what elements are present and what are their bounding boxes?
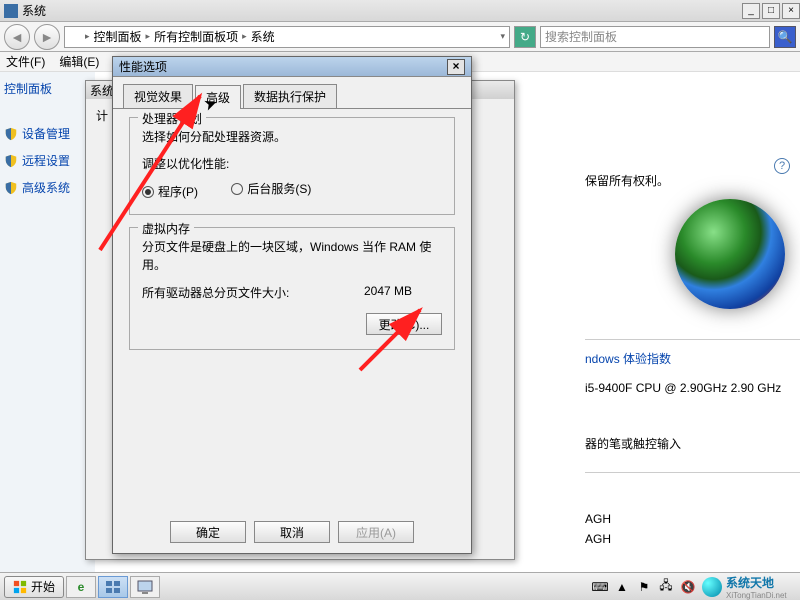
computer-fullname: AGH	[585, 532, 800, 546]
watermark-url: XiTongTianDi.net	[726, 591, 787, 600]
optimize-label: 调整以优化性能:	[142, 155, 442, 172]
virtual-memory-description: 分页文件是硬盘上的一块区域，Windows 当作 RAM 使用。	[142, 238, 442, 274]
tray-volume-icon[interactable]: 🔇	[680, 579, 696, 595]
sidebar-item-label: 设备管理	[22, 125, 70, 142]
chevron-right-icon: ▸	[242, 31, 247, 42]
processor-scheduling-title: 处理器计划	[138, 110, 206, 127]
tray-keyboard-icon[interactable]: ⌨	[592, 579, 608, 595]
system-tray: ⌨ ▲ ⚑ 🖧 🔇 系统天地 XiTongTianDi.net	[592, 575, 796, 599]
chevron-right-icon: ▸	[85, 31, 90, 42]
dialog-title: 性能选项	[119, 58, 167, 75]
radio-icon	[231, 183, 243, 195]
chevron-right-icon: ▸	[146, 31, 151, 42]
cpu-info: i5-9400F CPU @ 2.90GHz 2.90 GHz	[585, 381, 800, 395]
crumb: 计	[96, 109, 108, 123]
sidebar-item-control-panel[interactable]: 控制面板	[4, 80, 91, 97]
watermark: 系统天地 XiTongTianDi.net	[702, 575, 792, 599]
virtual-memory-title: 虚拟内存	[138, 220, 194, 237]
tray-up-icon[interactable]: ▲	[614, 579, 630, 595]
start-button[interactable]: 开始	[4, 576, 64, 598]
breadcrumb-item[interactable]: 控制面板	[94, 28, 142, 45]
shield-icon	[4, 181, 18, 195]
forward-button[interactable]: ►	[34, 24, 60, 50]
sidebar-item-label: 控制面板	[4, 80, 52, 97]
dialog-tabs: 视觉效果 高级 数据执行保护	[113, 85, 471, 109]
start-label: 开始	[31, 578, 55, 595]
back-button[interactable]: ◄	[4, 24, 30, 50]
computer-icon	[69, 31, 81, 43]
cancel-button[interactable]: 取消	[254, 521, 330, 543]
window-title: 系统	[22, 2, 46, 19]
system-icon	[4, 4, 18, 18]
globe-icon	[702, 577, 722, 597]
shield-icon	[4, 154, 18, 168]
dialog-titlebar[interactable]: 性能选项 ×	[113, 57, 471, 77]
rights-text: 保留所有权利。	[585, 172, 800, 189]
monitor-icon	[136, 579, 154, 595]
search-input[interactable]: 搜索控制面板	[540, 26, 770, 48]
tab-visual-effects[interactable]: 视觉效果	[123, 84, 193, 108]
radio-icon	[142, 186, 154, 198]
processor-scheduling-group: 处理器计划 选择如何分配处理器资源。 调整以优化性能: 程序(P) 后台服务(S…	[129, 117, 455, 215]
watermark-title: 系统天地	[726, 574, 787, 591]
chevron-down-icon[interactable]: ▾	[500, 31, 505, 42]
radio-label: 后台服务(S)	[247, 180, 311, 197]
sidebar-item-remote-settings[interactable]: 远程设置	[4, 152, 91, 169]
system-info-panel: 保留所有权利。 ndows 体验指数 i5-9400F CPU @ 2.90GH…	[585, 172, 800, 546]
taskbar-item-system[interactable]	[130, 576, 160, 598]
close-button[interactable]: ×	[782, 3, 800, 19]
tray-network-icon[interactable]: 🖧	[658, 579, 674, 595]
breadcrumb-item[interactable]: 所有控制面板项	[154, 28, 238, 45]
refresh-button[interactable]: ↻	[514, 26, 536, 48]
taskbar-item-explorer[interactable]	[98, 576, 128, 598]
window-titlebar: 系统 _ □ ×	[0, 0, 800, 22]
system-properties-title: 系统	[90, 82, 114, 99]
pen-touch-info: 器的笔或触控输入	[585, 435, 800, 452]
paging-total-value: 2047 MB	[364, 284, 412, 301]
sidebar-item-label: 高级系统	[22, 179, 70, 196]
radio-programs[interactable]: 程序(P)	[142, 183, 198, 200]
menu-file[interactable]: 文件(F)	[6, 53, 45, 70]
menu-edit[interactable]: 编辑(E)	[59, 53, 99, 70]
sidebar: 控制面板 设备管理 远程设置 高级系统	[0, 72, 95, 572]
sidebar-item-advanced-system[interactable]: 高级系统	[4, 179, 91, 196]
wei-label: ndows 体验指数	[585, 350, 800, 367]
virtual-memory-group: 虚拟内存 分页文件是硬盘上的一块区域，Windows 当作 RAM 使用。 所有…	[129, 227, 455, 350]
radio-background-services[interactable]: 后台服务(S)	[231, 180, 311, 197]
computer-name: AGH	[585, 512, 800, 526]
breadcrumb-item[interactable]: 系统	[251, 28, 275, 45]
sidebar-item-device-manager[interactable]: 设备管理	[4, 125, 91, 142]
taskbar: 开始 e ⌨ ▲ ⚑ 🖧 🔇 系统天地 XiTongTianDi.net	[0, 572, 800, 600]
e-browser-icon: e	[78, 580, 85, 594]
address-bar[interactable]: ▸ 控制面板 ▸ 所有控制面板项 ▸ 系统 ▾	[64, 26, 510, 48]
dialog-close-button[interactable]: ×	[447, 59, 465, 75]
windows-orb-icon	[675, 199, 785, 309]
navigation-bar: ◄ ► ▸ 控制面板 ▸ 所有控制面板项 ▸ 系统 ▾ ↻ 搜索控制面板 🔍	[0, 22, 800, 52]
tray-flag-icon[interactable]: ⚑	[636, 579, 652, 595]
dialog-footer: 确定 取消 应用(A)	[113, 521, 471, 543]
apply-button[interactable]: 应用(A)	[338, 521, 414, 543]
sidebar-item-label: 远程设置	[22, 152, 70, 169]
tab-advanced[interactable]: 高级	[195, 85, 241, 109]
search-button[interactable]: 🔍	[774, 26, 796, 48]
change-button[interactable]: 更改(C)...	[366, 313, 442, 335]
performance-options-dialog: 性能选项 × 视觉效果 高级 数据执行保护 处理器计划 选择如何分配处理器资源。…	[112, 56, 472, 554]
maximize-button[interactable]: □	[762, 3, 780, 19]
minimize-button[interactable]: _	[742, 3, 760, 19]
dialog-body: 处理器计划 选择如何分配处理器资源。 调整以优化性能: 程序(P) 后台服务(S…	[113, 109, 471, 370]
radio-label: 程序(P)	[158, 183, 198, 200]
search-placeholder: 搜索控制面板	[545, 28, 617, 45]
taskbar-item-browser[interactable]: e	[66, 576, 96, 598]
windows-flag-icon	[13, 580, 27, 594]
ok-button[interactable]: 确定	[170, 521, 246, 543]
scheduling-description: 选择如何分配处理器资源。	[142, 128, 442, 145]
explorer-icon	[105, 580, 121, 594]
shield-icon	[4, 127, 18, 141]
paging-total-label: 所有驱动器总分页文件大小:	[142, 284, 289, 301]
tab-dep[interactable]: 数据执行保护	[243, 84, 337, 108]
